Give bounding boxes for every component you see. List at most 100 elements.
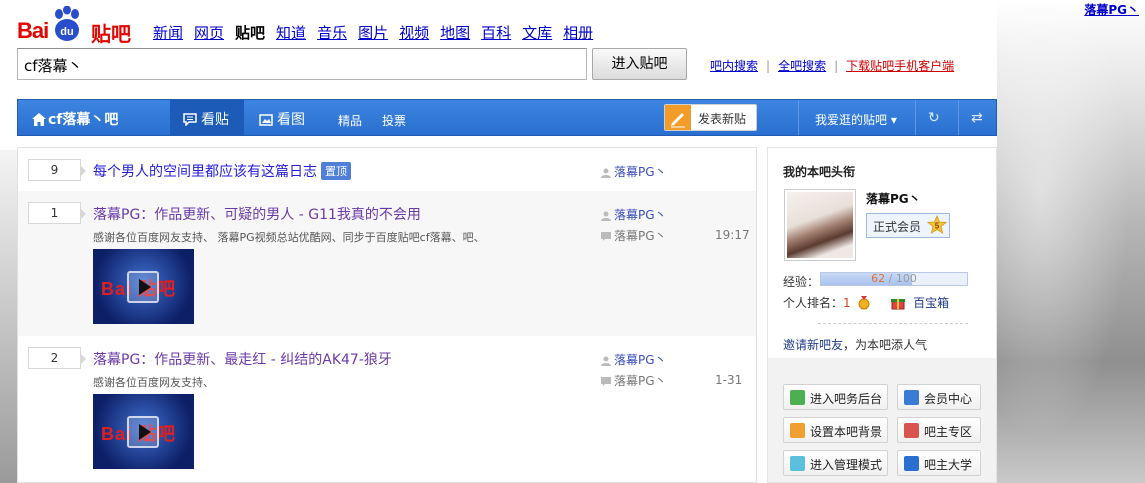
owner-icon [904,423,919,438]
level-number: 5 [935,222,940,231]
manage-mode-button[interactable]: 进入管理模式 [783,450,888,476]
thread-title[interactable]: 落幕PG：作品更新、最走红 - 纠结的AK47-狼牙 [93,349,392,369]
member-center-button[interactable]: 会员中心 [897,384,981,410]
medal-icon [858,296,870,310]
nav-news[interactable]: 新闻 [153,22,183,43]
book-icon [904,456,919,471]
enter-tieba-button[interactable]: 进入贴吧 [592,48,687,80]
switch-icon[interactable]: ⇄ [971,110,983,126]
user-icon [601,211,611,221]
all-bars-search-link[interactable]: 全吧搜索 [778,59,826,73]
tab-good[interactable]: 精品 [338,112,362,129]
avatar-image [787,192,853,258]
owner-university-button[interactable]: 吧主大学 [897,450,981,476]
last-reply-author[interactable]: 落幕PG丶 [601,227,667,244]
member-username[interactable]: 落幕PG丶 [866,190,921,207]
admin-buttons-area: 进入吧务后台 会员中心 设置本吧背景 吧主专区 进入管理模式 吧主大学 [768,358,996,482]
background-image-left [0,150,17,483]
manage-mode-label: 进入管理模式 [810,458,883,472]
reply-count: 9 [28,159,86,181]
nav-music[interactable]: 音乐 [317,22,347,43]
nav-web[interactable]: 网页 [194,22,224,43]
play-icon [127,416,159,448]
thread-author[interactable]: 落幕PG丶 [601,206,667,223]
invite-text: ，为本吧添人气 [843,338,928,352]
last-reply-name: 落幕PG丶 [614,229,667,243]
enter-icon [790,390,805,405]
thread-title-text: 每个男人的空间里都应该有这篇日志 [93,164,317,180]
membership-badge[interactable]: 正式会员 5 [866,213,950,238]
brush-icon [790,423,805,438]
search-links: 吧内搜索 | 全吧搜索 | 下载贴吧手机客户端 [710,57,954,74]
level-star-icon: 5 [927,215,947,234]
nav-baike[interactable]: 百科 [481,22,511,43]
owner-zone-label: 吧主专区 [924,425,973,439]
reply-icon [601,377,611,386]
thread-list: 9 每个男人的空间里都应该有这篇日志 置顶 落幕PG丶 1 落幕PG：作品更新、可… [17,147,757,483]
top-nav: 新闻 网页 贴吧 知道 音乐 图片 视频 地图 百科 文库 相册 [153,22,604,43]
thread-title[interactable]: 每个男人的空间里都应该有这篇日志 置顶 [93,161,351,181]
divider [915,100,916,135]
nav-album[interactable]: 相册 [563,22,593,43]
thread-row[interactable]: 1 落幕PG：作品更新、可疑的男人 - G11我真的不会用 感谢各位百度网友支持… [18,191,756,336]
nav-video[interactable]: 视频 [399,22,429,43]
treasure-box-link[interactable]: 百宝箱 [913,296,949,310]
tab-images[interactable]: 看图 [259,109,305,129]
forum-toolbar: cf落幕丶吧 看贴 看图 精品 投票 发表新贴 我爱逛的贴吧 ▾ ↻ ⇄ [17,99,997,136]
exp-progress-text: 62 / 100 [871,272,917,285]
caret-down-icon: ▾ [890,113,897,127]
thread-title[interactable]: 落幕PG：作品更新、可疑的男人 - G11我真的不会用 [93,204,421,224]
thread-author[interactable]: 落幕PG丶 [601,163,667,180]
nav-tieba[interactable]: 贴吧 [235,22,265,43]
logo-tieba-text: 贴吧 [91,22,131,46]
new-post-button[interactable]: 发表新贴 [664,104,757,131]
separator: | [766,59,771,73]
thread-row[interactable]: 2 落幕PG：作品更新、最走红 - 纠结的AK47-狼牙 感谢各位百度网友支持、… [18,336,756,483]
set-background-label: 设置本吧背景 [810,425,883,439]
avatar[interactable] [784,189,856,261]
thread-author-name: 落幕PG丶 [614,353,667,367]
rank-value: 1 [843,296,851,310]
thread-abstract: 感谢各位百度网友支持、 [93,376,214,389]
forum-name: cf落幕丶吧 [48,112,119,128]
thread-row[interactable]: 9 每个男人的空间里都应该有这篇日志 置顶 落幕PG丶 [18,148,756,191]
favorite-bars-dropdown[interactable]: 我爱逛的贴吧 ▾ [815,111,897,128]
nav-map[interactable]: 地图 [440,22,470,43]
video-thumbnail[interactable]: Bai 贴吧 [93,394,194,469]
tab-vote[interactable]: 投票 [382,112,406,129]
favorite-bars-label: 我爱逛的贴吧 [815,113,888,127]
nav-images[interactable]: 图片 [358,22,388,43]
image-icon [259,114,273,126]
thread-author-name: 落幕PG丶 [614,208,667,222]
set-background-button[interactable]: 设置本吧背景 [783,417,888,443]
video-thumbnail[interactable]: Bai 贴吧 [93,249,194,324]
member-center-label: 会员中心 [924,392,973,406]
refresh-icon[interactable]: ↻ [928,110,940,126]
nav-zhidao[interactable]: 知道 [276,22,306,43]
admin-backend-button[interactable]: 进入吧务后台 [783,384,888,410]
sticky-badge: 置顶 [321,162,351,180]
divider [958,100,959,135]
user-icon [601,168,611,178]
membership-label: 正式会员 [873,220,922,234]
search-input[interactable]: cf落幕丶 [17,48,587,80]
owner-zone-button[interactable]: 吧主专区 [897,417,981,443]
nav-wenku[interactable]: 文库 [522,22,552,43]
in-bar-search-link[interactable]: 吧内搜索 [710,59,758,73]
last-reply-author[interactable]: 落幕PG丶 [601,372,667,389]
baidu-tieba-logo[interactable]: Bai du 贴吧 [17,4,137,46]
invite-friends-link[interactable]: 邀请新吧友 [783,338,843,352]
exp-label: 经验： [783,275,820,289]
separator: | [834,59,839,73]
thread-author[interactable]: 落幕PG丶 [601,351,667,368]
background-image-right [997,0,1145,483]
tab-posts[interactable]: 看贴 [183,109,229,129]
mobile-client-link[interactable]: 下载贴吧手机客户端 [846,59,954,73]
panel-heading: 我的本吧头衔 [783,165,856,179]
forum-home-link[interactable]: cf落幕丶吧 [32,109,118,129]
last-reply-name: 落幕PG丶 [614,374,667,388]
owner-university-label: 吧主大学 [924,458,973,472]
user-name-link[interactable]: 落幕PG丶 [1084,1,1139,18]
members-icon [904,390,919,405]
last-reply-time: 19:17 [715,228,750,242]
